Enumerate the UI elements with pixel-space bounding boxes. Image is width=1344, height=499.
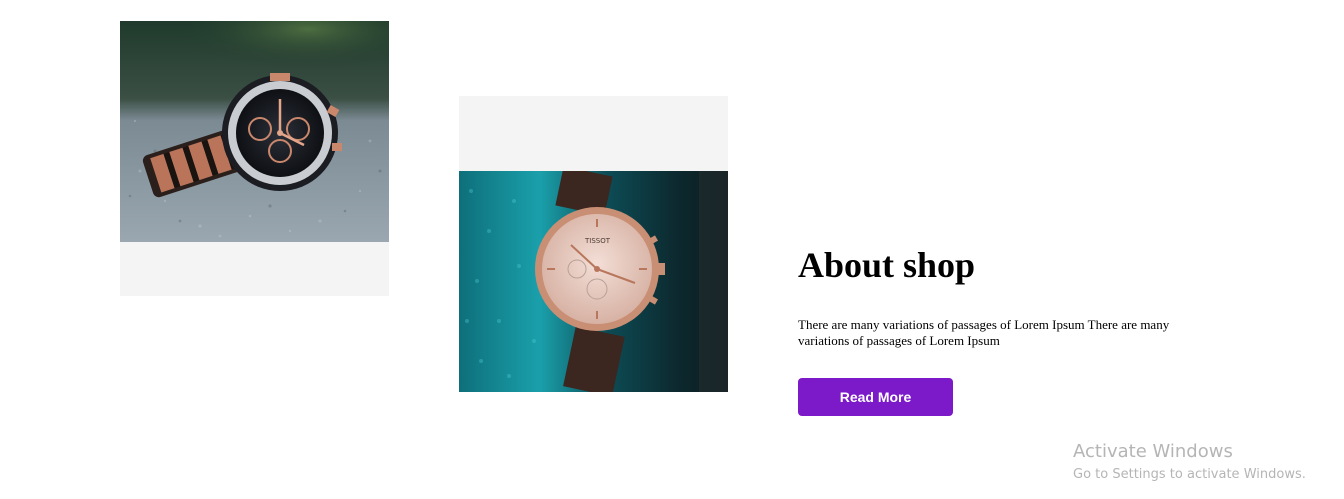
watermark-title: Activate Windows [1073, 441, 1233, 462]
activate-windows-watermark: Activate Windows Go to Settings to activ… [1073, 440, 1306, 484]
about-description: There are many variations of passages of… [798, 317, 1170, 348]
chronograph-watch-image [120, 21, 389, 242]
svg-text:TISSOT: TISSOT [584, 237, 611, 245]
dress-watch-image: TISSOT [459, 171, 728, 392]
about-heading: About shop [798, 245, 976, 285]
watermark-subtitle: Go to Settings to activate Windows. [1073, 467, 1306, 482]
page: TISSOT About shop There are many variati… [0, 0, 1344, 499]
product-image-card-2: TISSOT [459, 96, 728, 392]
about-section: About shop There are many variations of … [798, 240, 1198, 416]
watch-photo-2: TISSOT [459, 171, 728, 392]
product-image-card-1 [120, 21, 389, 296]
watch-photo-1 [120, 21, 389, 242]
read-more-button[interactable]: Read More [798, 378, 953, 416]
